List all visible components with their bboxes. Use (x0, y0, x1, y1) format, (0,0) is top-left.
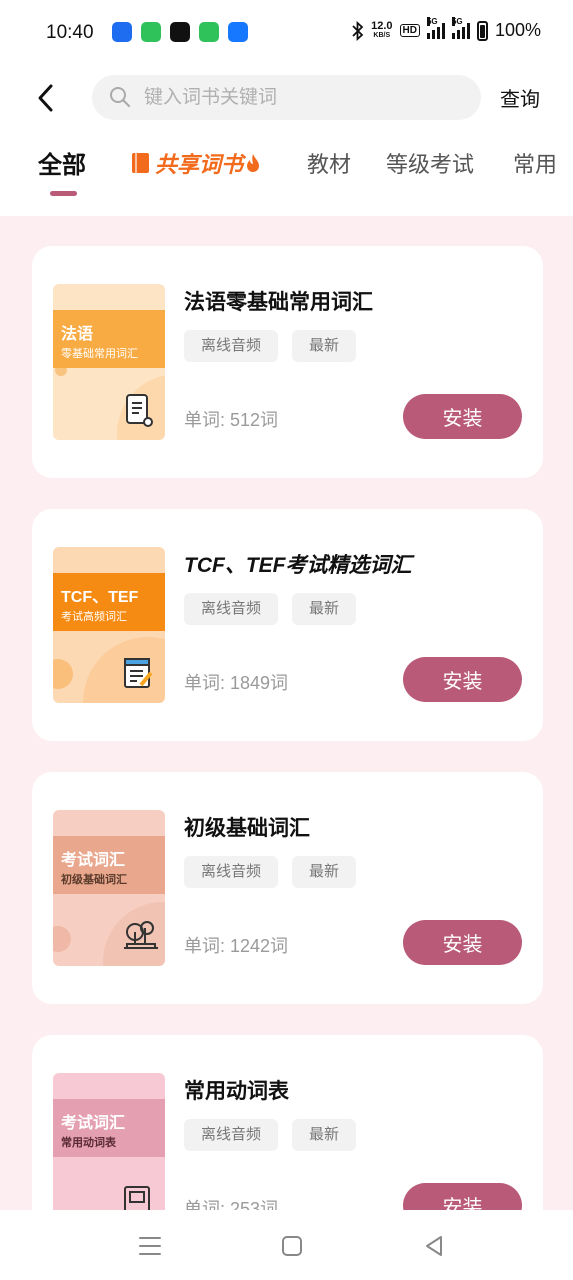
notification-icons (112, 22, 248, 42)
search-input[interactable] (144, 75, 464, 120)
book-title: 初级基础词汇 (184, 817, 310, 840)
book-tags: 离线音频 最新 (184, 1119, 357, 1151)
book-cover: 法语 零基础常用词汇 (53, 284, 165, 440)
word-count: 单词: 1849词 (184, 673, 289, 693)
net-speed: 12.0 KB/S (371, 19, 393, 39)
signal-icon-2: 5G (451, 16, 470, 39)
book-icon (132, 153, 149, 173)
book-tags: 离线音频 最新 (184, 856, 357, 888)
scroll-icon (126, 394, 153, 427)
flame-icon (247, 154, 260, 172)
book-card[interactable]: 考试词汇 初级基础词汇 初级基础词汇 离线音频 最新 单词: 1242词 安装 (32, 772, 543, 1004)
cover-band: TCF、TEF 考试高频词汇 (53, 573, 165, 631)
install-button[interactable]: 安装 (403, 1183, 522, 1210)
tiktok-app-icon (170, 22, 190, 42)
notepad-icon (124, 658, 153, 688)
book-tags: 离线音频 最新 (184, 593, 357, 625)
cover-band: 考试词汇 初级基础词汇 (53, 836, 165, 894)
map-pin-app-icon (112, 22, 132, 42)
book-title: TCF、TEF考试精选词汇 (184, 554, 412, 577)
book-card[interactable]: 法语 零基础常用词汇 法语零基础常用词汇 离线音频 最新 单词: 512词 安装 (32, 246, 543, 478)
query-button[interactable]: 查询 (500, 83, 540, 112)
status-bar: 10:40 12.0 KB/S HD 5G 5G 100% (0, 0, 573, 66)
book-list: 法语 零基础常用词汇 法语零基础常用词汇 离线音频 最新 单词: 512词 安装… (0, 216, 573, 1210)
battery-level: 100% (494, 20, 541, 40)
menu-icon[interactable] (136, 1232, 164, 1260)
install-button[interactable]: 安装 (403, 394, 522, 439)
status-right: 12.0 KB/S HD 5G 5G 100% (352, 16, 541, 41)
search-icon (110, 87, 131, 108)
book-title: 常用动词表 (184, 1080, 289, 1103)
system-nav-bar (0, 1210, 573, 1280)
hd-badge: HD (399, 24, 420, 37)
book-cover: 考试词汇 初级基础词汇 (53, 810, 165, 966)
bluetooth-icon (352, 20, 364, 41)
tag-offline-audio: 离线音频 (184, 856, 279, 888)
header: 查询 全部 共享词书 教材 等级考试 常用 (0, 66, 573, 216)
back-button[interactable] (32, 80, 62, 116)
tab-common[interactable]: 常用 (513, 147, 557, 179)
tag-newest: 最新 (292, 593, 357, 625)
word-count: 单词: 1242词 (184, 936, 289, 956)
book-tree-icon (124, 921, 158, 949)
cover-band: 法语 零基础常用词汇 (53, 310, 165, 368)
messages-app-icon (199, 22, 219, 42)
alipay-app-icon (228, 22, 248, 42)
book-cover: TCF、TEF 考试高频词汇 (53, 547, 165, 703)
book-title: 法语零基础常用词汇 (184, 291, 373, 314)
signal-icon: 5G (426, 16, 445, 39)
status-time: 10:40 (46, 22, 94, 43)
battery-icon (476, 20, 488, 41)
cover-decoration (53, 926, 71, 952)
tab-level-exam[interactable]: 等级考试 (386, 147, 474, 179)
tab-shared-books[interactable]: 共享词书 (130, 147, 260, 179)
book-tags: 离线音频 最新 (184, 330, 357, 362)
word-count: 单词: 253词 (184, 1199, 279, 1210)
install-button[interactable]: 安装 (403, 920, 522, 965)
chevron-left-icon (38, 84, 53, 112)
tab-all[interactable]: 全部 (38, 145, 86, 180)
category-tabs: 全部 共享词书 教材 等级考试 常用 (0, 144, 573, 200)
home-icon[interactable] (278, 1232, 306, 1260)
search-box[interactable] (92, 75, 481, 120)
tag-newest: 最新 (292, 330, 357, 362)
install-button[interactable]: 安装 (403, 657, 522, 702)
wechat-mini-app-icon (141, 22, 161, 42)
book-icon (124, 1186, 150, 1210)
tag-offline-audio: 离线音频 (184, 593, 279, 625)
cover-band: 考试词汇 常用动词表 (53, 1099, 165, 1157)
tag-offline-audio: 离线音频 (184, 330, 279, 362)
word-count: 单词: 512词 (184, 410, 279, 430)
tag-newest: 最新 (292, 856, 357, 888)
back-triangle-icon[interactable] (420, 1232, 448, 1260)
active-tab-indicator (50, 191, 77, 196)
tab-shared-label: 共享词书 (155, 152, 244, 177)
tag-newest: 最新 (292, 1119, 357, 1151)
book-card[interactable]: TCF、TEF 考试高频词汇 TCF、TEF考试精选词汇 离线音频 最新 单词:… (32, 509, 543, 741)
book-cover: 考试词汇 常用动词表 (53, 1073, 165, 1210)
cover-decoration (53, 659, 73, 689)
book-card[interactable]: 考试词汇 常用动词表 常用动词表 离线音频 最新 单词: 253词 安装 (32, 1035, 543, 1210)
tag-offline-audio: 离线音频 (184, 1119, 279, 1151)
tab-textbook[interactable]: 教材 (307, 147, 351, 179)
